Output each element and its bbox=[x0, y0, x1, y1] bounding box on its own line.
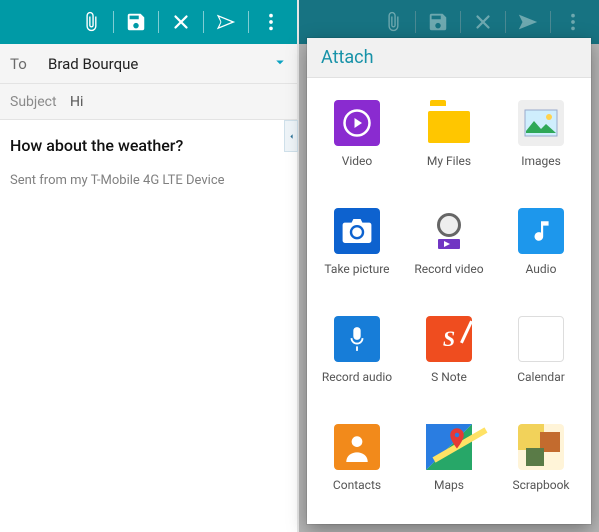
to-row[interactable]: To Brad Bourque bbox=[0, 44, 297, 84]
camera-icon bbox=[334, 208, 380, 254]
subject-row[interactable]: Subject Hi bbox=[0, 84, 297, 120]
attach-item-contacts[interactable]: Contacts bbox=[311, 412, 403, 520]
body-text: How about the weather? bbox=[10, 130, 287, 173]
images-icon bbox=[518, 100, 564, 146]
attach-icon[interactable] bbox=[71, 2, 111, 42]
subject-label: Subject bbox=[10, 94, 70, 110]
contacts-icon bbox=[334, 424, 380, 470]
attach-sheet-title: Attach bbox=[307, 38, 591, 78]
camcorder-icon bbox=[426, 208, 472, 254]
attach-icon bbox=[373, 2, 413, 42]
attach-item-label: Audio bbox=[526, 262, 557, 276]
collapse-handle[interactable] bbox=[284, 120, 298, 152]
scrapbook-icon bbox=[518, 424, 564, 470]
attach-item-label: My Files bbox=[427, 154, 471, 168]
attach-item-label: Maps bbox=[434, 478, 464, 492]
send-icon bbox=[508, 2, 548, 42]
attach-item-label: Record audio bbox=[322, 370, 392, 384]
attach-item-label: Contacts bbox=[333, 478, 381, 492]
send-icon[interactable] bbox=[206, 2, 246, 42]
overflow-icon bbox=[553, 2, 593, 42]
signature-text: Sent from my T-Mobile 4G LTE Device bbox=[10, 173, 287, 188]
attach-item-label: Video bbox=[342, 154, 373, 168]
attach-item-label: Calendar bbox=[517, 370, 565, 384]
attach-item-calendar[interactable]: Calendar bbox=[495, 304, 587, 412]
attach-item-my-files[interactable]: My Files bbox=[403, 88, 495, 196]
attach-item-record-video[interactable]: Record video bbox=[403, 196, 495, 304]
overflow-icon[interactable] bbox=[251, 2, 291, 42]
attach-grid: Video My Files Images Take picture bbox=[307, 78, 591, 524]
compose-toolbar bbox=[0, 0, 297, 44]
attach-item-label: Scrapbook bbox=[512, 478, 569, 492]
to-value: Brad Bourque bbox=[48, 55, 138, 73]
attach-item-maps[interactable]: Maps bbox=[403, 412, 495, 520]
attach-item-s-note[interactable]: S S Note bbox=[403, 304, 495, 412]
discard-icon[interactable] bbox=[161, 2, 201, 42]
folder-icon bbox=[426, 100, 472, 146]
attach-sheet: Attach Video My Files Images bbox=[307, 38, 591, 524]
attach-item-label: Take picture bbox=[324, 262, 389, 276]
attach-item-scrapbook[interactable]: Scrapbook bbox=[495, 412, 587, 520]
calendar-icon bbox=[518, 316, 564, 362]
attach-screen: Attach Video My Files Images bbox=[299, 0, 599, 532]
microphone-icon bbox=[334, 316, 380, 362]
attach-item-take-picture[interactable]: Take picture bbox=[311, 196, 403, 304]
subject-value: Hi bbox=[70, 94, 83, 110]
attach-item-label: Record video bbox=[414, 262, 483, 276]
expand-recipients-icon[interactable] bbox=[271, 53, 289, 75]
attach-item-record-audio[interactable]: Record audio bbox=[311, 304, 403, 412]
attach-item-video[interactable]: Video bbox=[311, 88, 403, 196]
attach-item-label: Images bbox=[521, 154, 561, 168]
save-icon bbox=[418, 2, 458, 42]
s-note-icon: S bbox=[426, 316, 472, 362]
video-icon bbox=[334, 100, 380, 146]
attach-item-images[interactable]: Images bbox=[495, 88, 587, 196]
compose-body[interactable]: How about the weather? Sent from my T-Mo… bbox=[0, 120, 297, 532]
discard-icon bbox=[463, 2, 503, 42]
attach-item-audio[interactable]: Audio bbox=[495, 196, 587, 304]
attach-item-label: S Note bbox=[431, 370, 467, 384]
maps-icon bbox=[426, 424, 472, 470]
music-note-icon bbox=[518, 208, 564, 254]
to-label: To bbox=[10, 55, 48, 73]
compose-screen: To Brad Bourque Subject Hi How about the… bbox=[0, 0, 299, 532]
save-icon[interactable] bbox=[116, 2, 156, 42]
